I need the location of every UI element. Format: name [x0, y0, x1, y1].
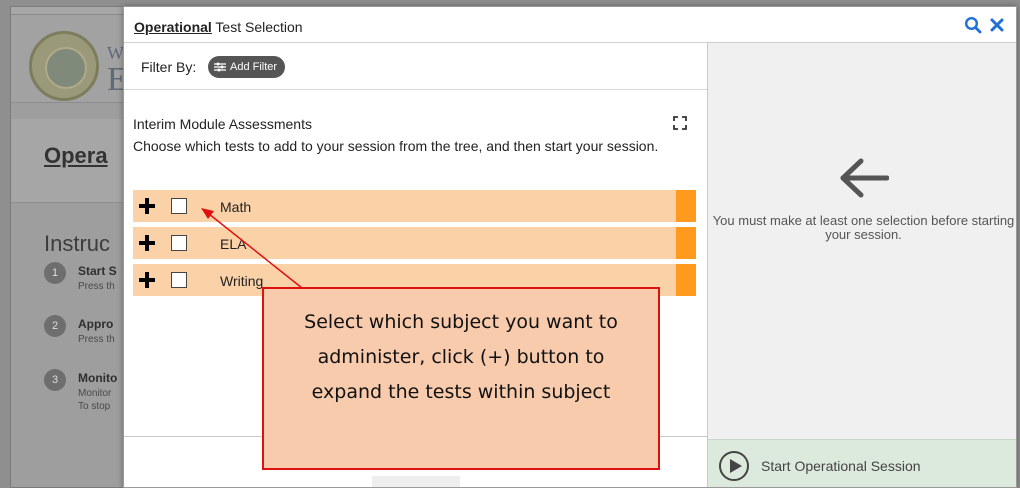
expand-plus-icon[interactable] [137, 270, 157, 290]
subject-checkbox[interactable] [171, 235, 187, 251]
expand-plus-icon[interactable] [137, 233, 157, 253]
section-title: Interim Module Assessments [133, 116, 312, 132]
section-description: Choose which tests to add to your sessio… [133, 138, 659, 154]
annotation-text: Select which subject you want to adminis… [304, 311, 618, 403]
background-page-title: Opera [44, 143, 108, 168]
tree-row-math[interactable]: Math [133, 190, 696, 222]
subject-label: Writing [220, 273, 264, 289]
background-instructions-heading: Instruc [44, 231, 111, 256]
expand-plus-icon[interactable] [137, 196, 157, 216]
step-title: Start S [78, 264, 117, 278]
modal-title: Operational Test Selection [134, 19, 303, 35]
start-session-button[interactable]: Start Operational Session [708, 439, 1016, 487]
state-seal-logo [29, 31, 99, 101]
footer-tab [372, 476, 460, 487]
header-icons [964, 16, 1006, 34]
search-icon[interactable] [964, 16, 982, 34]
close-icon[interactable] [988, 16, 1006, 34]
subject-checkbox[interactable] [171, 198, 187, 214]
step-title: Monito [78, 371, 118, 385]
step-desc: Press th [78, 281, 115, 292]
tree-row-ela[interactable]: ELA [133, 227, 696, 259]
empty-selection-message: You must make at least one selection bef… [712, 213, 1015, 242]
start-session-label: Start Operational Session [761, 458, 921, 474]
step-desc: Press th [78, 334, 115, 345]
step-number: 2 [44, 315, 66, 337]
play-circle-icon [719, 451, 749, 481]
subject-label: Math [220, 199, 252, 215]
filter-sliders-icon [214, 62, 226, 72]
step-desc-line: To stop [78, 401, 111, 412]
modal-title-rest: Test Selection [211, 19, 303, 35]
row-accent [676, 227, 696, 259]
expand-icon[interactable] [672, 115, 688, 131]
add-filter-button[interactable]: Add Filter [208, 56, 286, 78]
annotation-callout: Select which subject you want to adminis… [262, 287, 660, 470]
step-number: 1 [44, 262, 66, 284]
step-number: 3 [44, 369, 66, 391]
step-desc: Monitor To stop [78, 387, 111, 413]
subject-checkbox[interactable] [171, 272, 187, 288]
filter-label: Filter By: [141, 59, 197, 75]
step-desc-line: Monitor [78, 388, 112, 399]
row-accent [676, 264, 696, 296]
arrow-left-icon [840, 158, 889, 198]
step-title: Appro [78, 317, 114, 331]
subject-label: ELA [220, 236, 247, 252]
subject-tree: Math ELA Writing [133, 190, 696, 301]
modal-header: Operational Test Selection [124, 7, 1016, 43]
selection-summary-pane: You must make at least one selection bef… [707, 43, 1016, 487]
filter-bar: Filter By: Add Filter [124, 43, 707, 90]
add-filter-label: Add Filter [230, 61, 278, 73]
modal-title-underlined: Operational [134, 19, 212, 35]
row-accent [676, 190, 696, 222]
